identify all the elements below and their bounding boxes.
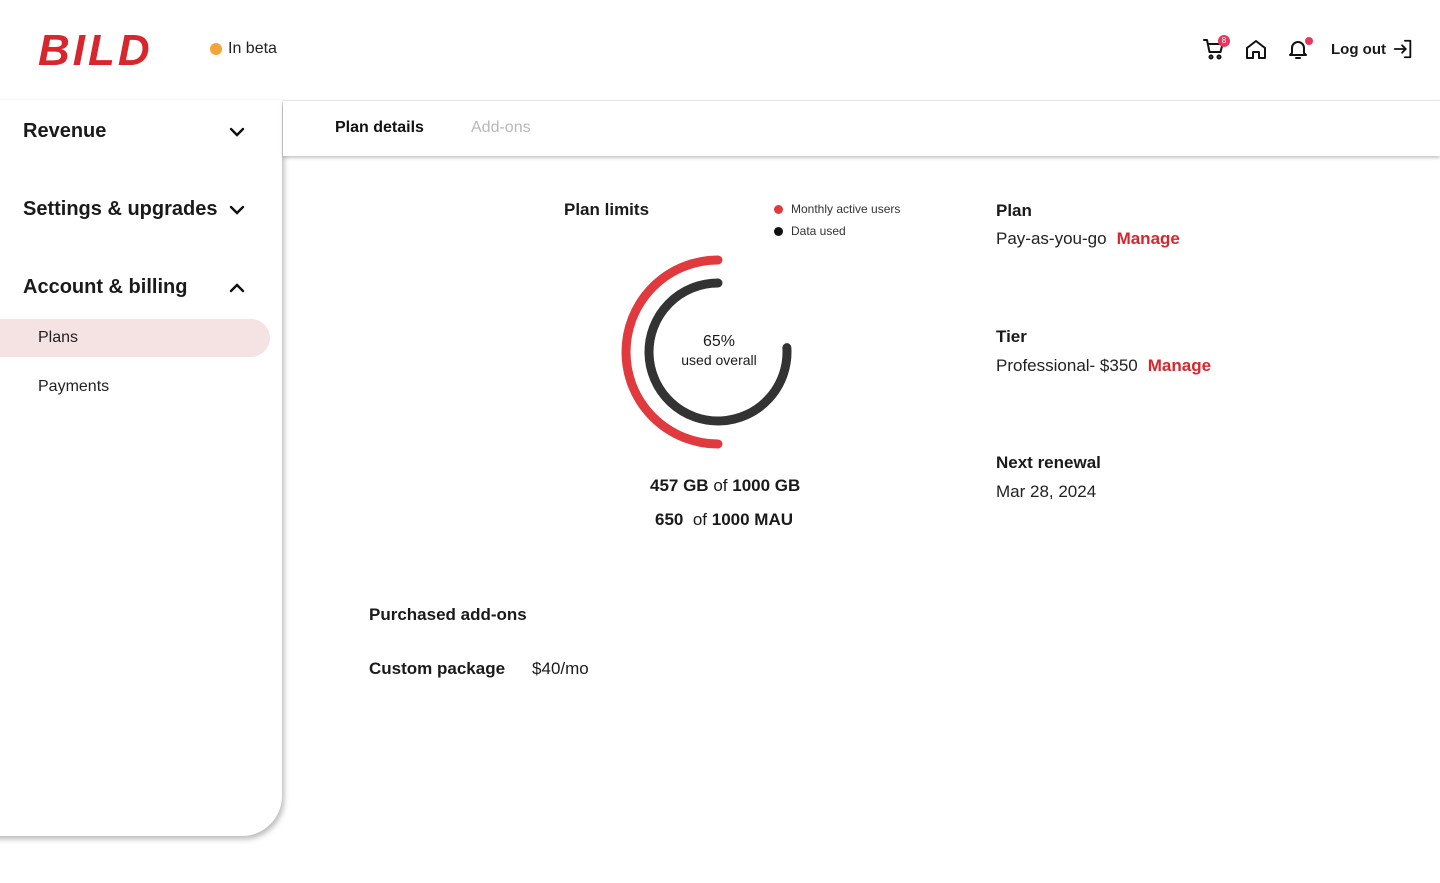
donut-center-label: 65% used overall [664,333,774,368]
addon-name: Custom package [369,659,506,678]
tier-value: Professional- $350 [996,356,1138,375]
tab-add-ons[interactable]: Add-ons [471,119,531,137]
svg-text:BILD: BILD [38,30,153,70]
plan-label: Plan [996,201,1032,220]
mau-total-value: 1000 MAU [711,510,794,529]
mau-of: of [692,510,708,529]
addon-row: Custom package $40/mo [369,659,589,679]
legend-marker [774,204,783,214]
home-icon [1246,40,1267,59]
section-label: Account & billing [23,276,188,298]
overall-percent: 65% [702,333,736,350]
logout-button[interactable]: Log out [1331,38,1414,60]
cart-button[interactable]: 8 [1201,34,1231,64]
chevron-down-icon [227,200,247,220]
sidebar: Revenue Settings & upgrades Account & bi… [0,100,282,836]
addon-price: $40/mo [532,659,589,678]
legend-label: Data used [791,224,846,238]
mau-used-value: 650 [655,510,684,529]
tab-plan-details[interactable]: Plan details [335,119,424,137]
mau-usage-text: 650 of 1000 MAU [655,510,793,530]
notification-dot [1305,37,1314,45]
sidebar-section-revenue[interactable]: Revenue [23,120,247,143]
notifications-button[interactable] [1285,34,1314,64]
sidebar-item-payments[interactable]: Payments [0,368,270,406]
chevron-down-icon [227,122,247,142]
section-label: Settings & upgrades [23,198,218,220]
legend-item-mau: Monthly active users [774,198,900,220]
data-used-value: 457 GB [650,476,709,495]
section-label: Revenue [23,120,107,142]
tier-value-row: Professional- $350 Manage [996,356,1211,376]
data-of: of [713,476,728,495]
plan-value-row: Pay-as-you-go Manage [996,229,1180,249]
tab-bar: Plan details Add-ons [283,100,1440,156]
legend-marker [774,226,783,236]
tier-label: Tier [996,327,1027,346]
plan-limits-title: Plan limits [564,200,650,219]
chart-legend: Monthly active users Data used [774,198,900,242]
legend-item-data: Data used [774,220,900,242]
data-usage-text: 457 GB of 1000 GB [650,476,800,496]
home-button[interactable] [1243,34,1269,64]
header-actions: 8 Log out [1201,34,1414,64]
sidebar-item-plans[interactable]: Plans [0,319,270,357]
sidebar-section-settings[interactable]: Settings & upgrades [23,198,247,221]
logout-icon [1393,39,1412,59]
plan-value: Pay-as-you-go [996,229,1107,248]
beta-label: In beta [228,40,277,57]
sidebar-section-account-billing[interactable]: Account & billing [23,276,247,299]
manage-tier-link[interactable]: Manage [1148,356,1211,376]
sidebar-item-label: Payments [38,378,110,395]
top-header: BILD In beta 8 Log out [0,0,1440,100]
beta-dot-icon [210,43,222,55]
data-total-value: 1000 GB [732,476,801,495]
logout-label: Log out [1331,40,1386,58]
purchased-addons-title: Purchased add-ons [369,605,527,624]
cart-badge: 8 [1218,35,1231,47]
bild-logo[interactable]: BILD [38,30,198,70]
legend-label: Monthly active users [791,202,901,216]
manage-plan-link[interactable]: Manage [1117,229,1180,249]
renewal-value: Mar 28, 2024 [996,482,1097,501]
beta-indicator: In beta [210,40,277,58]
overall-label: used overall [681,352,757,368]
chevron-up-icon [227,278,247,298]
renewal-value-row: Mar 28, 2024 [996,482,1096,502]
renewal-label: Next renewal [996,453,1101,472]
sidebar-item-label: Plans [38,329,79,346]
